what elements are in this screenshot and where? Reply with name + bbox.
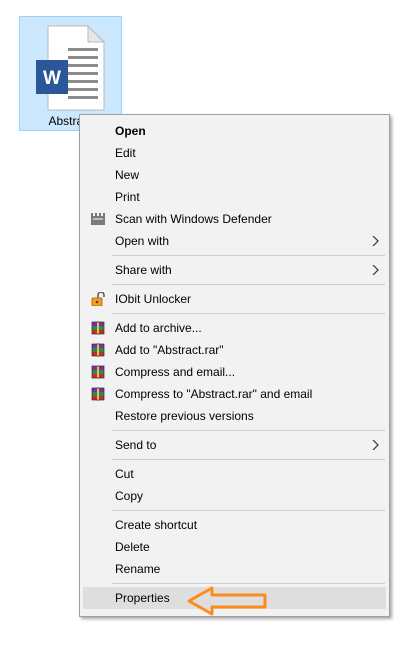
menu-item-label: Create shortcut [115,518,198,532]
menu-item-add-to-archive[interactable]: Add to archive... [80,317,389,339]
menu-item-label: Open [115,124,146,138]
menu-item-cut[interactable]: Cut [80,463,389,485]
menu-item-rename[interactable]: Rename [80,558,389,580]
menu-item-label: Share with [115,263,172,277]
menu-separator [112,284,385,285]
menu-separator [112,510,385,511]
menu-separator [112,255,385,256]
menu-separator [112,459,385,460]
menu-item-label: Compress to "Abstract.rar" and email [115,387,313,401]
menu-item-scan-with-windows-defender[interactable]: Scan with Windows Defender [80,208,389,230]
windows-defender-icon [91,213,105,225]
menu-item-label: IObit Unlocker [115,292,192,306]
menu-item-label: Add to "Abstract.rar" [115,343,224,357]
menu-item-share-with[interactable]: Share with [80,259,389,281]
menu-item-label: New [115,168,140,182]
menu-item-label: Copy [115,489,144,503]
menu-item-send-to[interactable]: Send to [80,434,389,456]
context-menu-list: Open Edit New Print Scan with Windows Defend… [80,120,389,609]
menu-item-compress-and-email[interactable]: Compress and email... [80,361,389,383]
menu-item-add-to-abstract-rar[interactable]: Add to "Abstract.rar" [80,339,389,361]
menu-separator [112,313,385,314]
menu-item-label: Add to archive... [115,321,202,335]
menu-item-iobit-unlocker[interactable]: IObit Unlocker [80,288,389,310]
menu-item-new[interactable]: New [80,164,389,186]
menu-item-label: Edit [115,146,136,160]
menu-item-label: Print [115,190,140,204]
word-document-icon: W [36,24,106,111]
menu-item-delete[interactable]: Delete [80,536,389,558]
winrar-icon [91,343,105,357]
menu-item-copy[interactable]: Copy [80,485,389,507]
svg-text:W: W [43,68,61,89]
menu-item-label: Restore previous versions [115,409,254,423]
menu-item-label: Scan with Windows Defender [115,212,272,226]
winrar-icon [91,387,105,401]
menu-item-label: Delete [115,540,150,554]
menu-separator [112,583,385,584]
chevron-right-icon [372,440,379,450]
menu-item-label: Send to [115,438,157,452]
menu-item-label: Open with [115,234,170,248]
menu-item-compress-to-abstract-rar-and-email[interactable]: Compress to "Abstract.rar" and email [80,383,389,405]
menu-item-label: Cut [115,467,134,481]
menu-item-label: Compress and email... [115,365,236,379]
menu-item-edit[interactable]: Edit [80,142,389,164]
menu-item-label: Properties [115,591,170,605]
winrar-icon [91,365,105,379]
menu-item-label: Rename [115,562,161,576]
menu-item-create-shortcut[interactable]: Create shortcut [80,514,389,536]
menu-item-open-with[interactable]: Open with [80,230,389,252]
winrar-icon [91,321,105,335]
menu-item-print[interactable]: Print [80,186,389,208]
iobit-unlocker-icon [91,292,105,306]
menu-separator [112,430,385,431]
menu-item-open[interactable]: Open [80,120,389,142]
arrow-left-icon [187,586,267,616]
chevron-right-icon [372,236,379,246]
context-menu: Open Edit New Print Scan with Windows Defend… [79,114,390,617]
menu-item-restore-previous-versions[interactable]: Restore previous versions [80,405,389,427]
chevron-right-icon [372,265,379,275]
